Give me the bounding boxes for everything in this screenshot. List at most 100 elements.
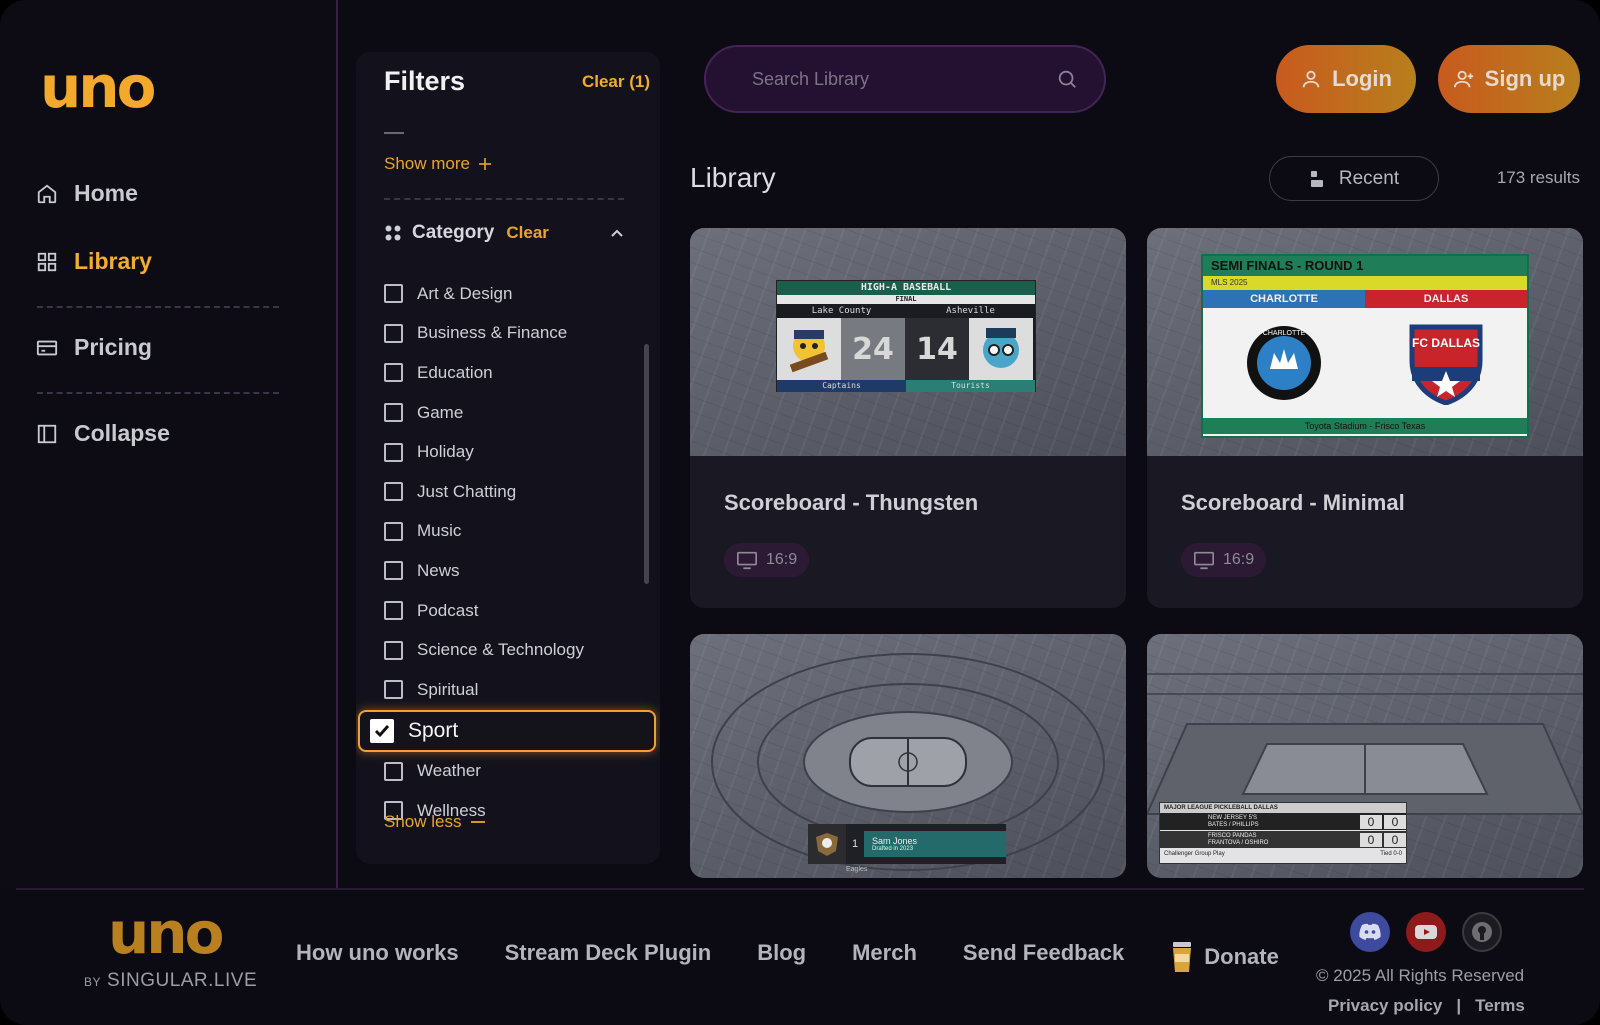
preview-team-b: FRISCO PANDAS bbox=[1208, 832, 1257, 839]
footer-logo[interactable]: uno bbox=[108, 904, 224, 962]
preview-league: MLS 2025 bbox=[1203, 276, 1527, 290]
discord-button[interactable] bbox=[1350, 912, 1390, 952]
player-number: 1 bbox=[851, 838, 859, 850]
clear-filters-button[interactable]: Clear (1) bbox=[582, 72, 650, 92]
category-option[interactable]: Podcast bbox=[384, 591, 644, 631]
category-option-label: Business & Finance bbox=[417, 323, 568, 343]
category-option-label: Education bbox=[417, 362, 493, 382]
chevron-up-icon[interactable] bbox=[610, 226, 624, 240]
category-option[interactable]: Music bbox=[384, 512, 644, 552]
filters-scrollbar[interactable] bbox=[644, 344, 649, 584]
github-button[interactable] bbox=[1462, 912, 1502, 952]
sort-icon bbox=[1310, 170, 1323, 187]
library-card[interactable]: SEMI FINALS - ROUND 1 MLS 2025 CHARLOTTE… bbox=[1147, 228, 1583, 608]
terms-link[interactable]: Terms bbox=[1475, 996, 1525, 1016]
youtube-button[interactable] bbox=[1406, 912, 1446, 952]
category-clear-button[interactable]: Clear bbox=[506, 223, 549, 243]
checkbox[interactable] bbox=[384, 442, 403, 462]
show-more-button[interactable]: Show more bbox=[384, 154, 492, 174]
footer-link-how-uno-works[interactable]: How uno works bbox=[296, 940, 459, 974]
checkbox[interactable] bbox=[384, 363, 403, 383]
show-less-label: Show less bbox=[384, 812, 462, 831]
category-option-label: Weather bbox=[417, 761, 481, 781]
sidebar-item-pricing[interactable]: Pricing bbox=[36, 334, 152, 361]
monitor-icon bbox=[1194, 551, 1214, 570]
aspect-ratio-label: 16:9 bbox=[766, 551, 798, 568]
category-option-label: Game bbox=[417, 402, 464, 422]
library-card[interactable]: MAJOR LEAGUE PICKLEBALL DALLAS NEW JERSE… bbox=[1147, 634, 1583, 878]
category-option[interactable]: Education bbox=[384, 353, 644, 393]
checkbox[interactable] bbox=[384, 403, 403, 423]
checkbox[interactable] bbox=[384, 284, 403, 304]
legal-separator: | bbox=[1456, 996, 1462, 1015]
uno-logo[interactable]: uno bbox=[40, 58, 156, 116]
soccer-scoreboard-preview: SEMI FINALS - ROUND 1 MLS 2025 CHARLOTTE… bbox=[1201, 254, 1529, 438]
checkbox[interactable] bbox=[384, 561, 403, 581]
category-option[interactable]: Spiritual bbox=[384, 670, 644, 710]
checkbox[interactable] bbox=[384, 601, 403, 621]
category-option[interactable]: Sport bbox=[358, 709, 656, 752]
footer-link-stream-deck[interactable]: Stream Deck Plugin bbox=[505, 940, 712, 974]
donate-label: Donate bbox=[1204, 944, 1279, 969]
player-lowerthird-preview: 1 Sam Jones Drafted in 2023 bbox=[808, 824, 1006, 864]
footer-links: How uno works Stream Deck Plugin Blog Me… bbox=[296, 940, 1279, 974]
home-icon bbox=[37, 184, 57, 203]
preview-score-a2: 0 bbox=[1384, 814, 1406, 829]
card-icon bbox=[36, 340, 58, 355]
library-card[interactable]: HIGH-A BASEBALL FINAL Lake County Ashevi… bbox=[690, 228, 1126, 608]
card-thumbnail[interactable]: 1 Sam Jones Drafted in 2023 Eagles bbox=[690, 634, 1126, 878]
library-card[interactable]: 1 Sam Jones Drafted in 2023 Eagles bbox=[690, 634, 1126, 878]
preview-nick-a: Captains bbox=[777, 380, 906, 392]
footer-company: SINGULAR.LIVE bbox=[107, 970, 258, 991]
sidebar-item-home[interactable]: Home bbox=[36, 180, 138, 207]
footer-link-send-feedback[interactable]: Send Feedback bbox=[963, 940, 1124, 974]
footer-link-donate[interactable]: Donate bbox=[1170, 940, 1279, 974]
footer-link-blog[interactable]: Blog bbox=[757, 940, 806, 974]
card-thumbnail[interactable]: HIGH-A BASEBALL FINAL Lake County Ashevi… bbox=[690, 228, 1126, 456]
checkbox[interactable] bbox=[384, 323, 403, 343]
sort-dropdown[interactable]: Recent bbox=[1269, 156, 1439, 201]
category-header[interactable]: Category Clear bbox=[384, 222, 624, 244]
category-option[interactable]: Weather bbox=[384, 752, 644, 792]
card-title[interactable]: Scoreboard - Minimal bbox=[1181, 490, 1405, 516]
show-less-button[interactable]: Show less bbox=[384, 812, 486, 832]
checkbox[interactable] bbox=[384, 482, 403, 502]
card-thumbnail[interactable]: SEMI FINALS - ROUND 1 MLS 2025 CHARLOTTE… bbox=[1147, 228, 1583, 456]
category-option[interactable]: Art & Design bbox=[384, 274, 644, 314]
login-button[interactable]: Login bbox=[1276, 45, 1416, 113]
preview-nick-b: Tourists bbox=[906, 380, 1035, 392]
search-input[interactable] bbox=[752, 68, 1056, 90]
sidebar-item-library[interactable]: Library bbox=[36, 248, 152, 275]
singular-live-logo[interactable]: BY SINGULAR.LIVE bbox=[84, 970, 257, 992]
checkbox[interactable] bbox=[384, 521, 403, 541]
privacy-policy-link[interactable]: Privacy policy bbox=[1328, 996, 1442, 1016]
preview-venue: Toyota Stadium - Frisco Texas bbox=[1203, 418, 1527, 434]
checkbox-checked[interactable] bbox=[370, 718, 394, 743]
player-team: Eagles bbox=[846, 866, 868, 873]
sidebar-item-label: Library bbox=[74, 248, 152, 274]
signup-button[interactable]: Sign up bbox=[1438, 45, 1580, 113]
category-option[interactable]: Just Chatting bbox=[384, 472, 644, 512]
category-option[interactable]: Business & Finance bbox=[384, 314, 644, 354]
footer-link-merch[interactable]: Merch bbox=[852, 940, 917, 974]
checkbox[interactable] bbox=[384, 640, 403, 660]
category-option[interactable]: Holiday bbox=[384, 432, 644, 472]
category-option-label: Art & Design bbox=[417, 283, 513, 303]
card-title[interactable]: Scoreboard - Thungsten bbox=[724, 490, 978, 516]
category-option[interactable]: News bbox=[384, 551, 644, 591]
category-option-label: Spiritual bbox=[417, 679, 479, 699]
search-icon[interactable] bbox=[1056, 68, 1078, 90]
preview-league: MAJOR LEAGUE PICKLEBALL DALLAS bbox=[1160, 803, 1406, 813]
checkbox[interactable] bbox=[384, 680, 403, 700]
footer-by: BY bbox=[84, 975, 102, 989]
card-thumbnail[interactable]: MAJOR LEAGUE PICKLEBALL DALLAS NEW JERSE… bbox=[1147, 634, 1583, 878]
preview-title: SEMI FINALS - ROUND 1 bbox=[1203, 256, 1527, 276]
checkbox[interactable] bbox=[384, 761, 403, 781]
category-option[interactable]: Science & Technology bbox=[384, 630, 644, 670]
sidebar-item-collapse[interactable]: Collapse bbox=[36, 420, 170, 447]
category-option[interactable]: Game bbox=[384, 393, 644, 433]
check-icon bbox=[374, 724, 390, 737]
preview-score-b2: 0 bbox=[1384, 832, 1406, 847]
coffee-cup-icon bbox=[1173, 942, 1192, 972]
charlotte-crest-icon: CHARLOTTE bbox=[1247, 326, 1321, 400]
